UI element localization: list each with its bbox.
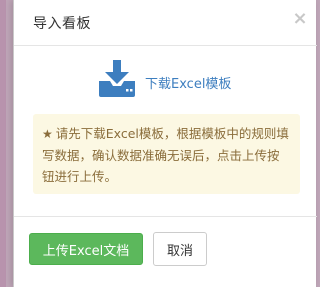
modal-backdrop (0, 0, 6, 287)
download-template-label: 下载Excel模板 (145, 76, 232, 92)
dialog-header: 导入看板 × (14, 0, 317, 46)
download-template-link[interactable]: 下载Excel模板 (96, 58, 231, 100)
dialog-title: 导入看板 (33, 16, 91, 32)
instruction-text: 请先下载Excel模板，根据模板中的规则填写数据，确认数据准确无误后，点击上传按… (42, 126, 289, 184)
import-board-dialog: 导入看板 × 下载Excel模板 ★ 请先下载Excel模板，根据模板中的规则填写… (13, 0, 317, 287)
upload-excel-button[interactable]: 上传Excel文档 (29, 233, 143, 265)
star-icon: ★ (42, 127, 53, 141)
instruction-alert: ★ 请先下载Excel模板，根据模板中的规则填写数据，确认数据准确无误后，点击上传… (33, 114, 300, 194)
dialog-footer: 上传Excel文档 取消 (14, 216, 317, 287)
download-icon (96, 58, 138, 100)
close-button[interactable]: × (292, 10, 308, 28)
cancel-button[interactable]: 取消 (153, 232, 207, 266)
